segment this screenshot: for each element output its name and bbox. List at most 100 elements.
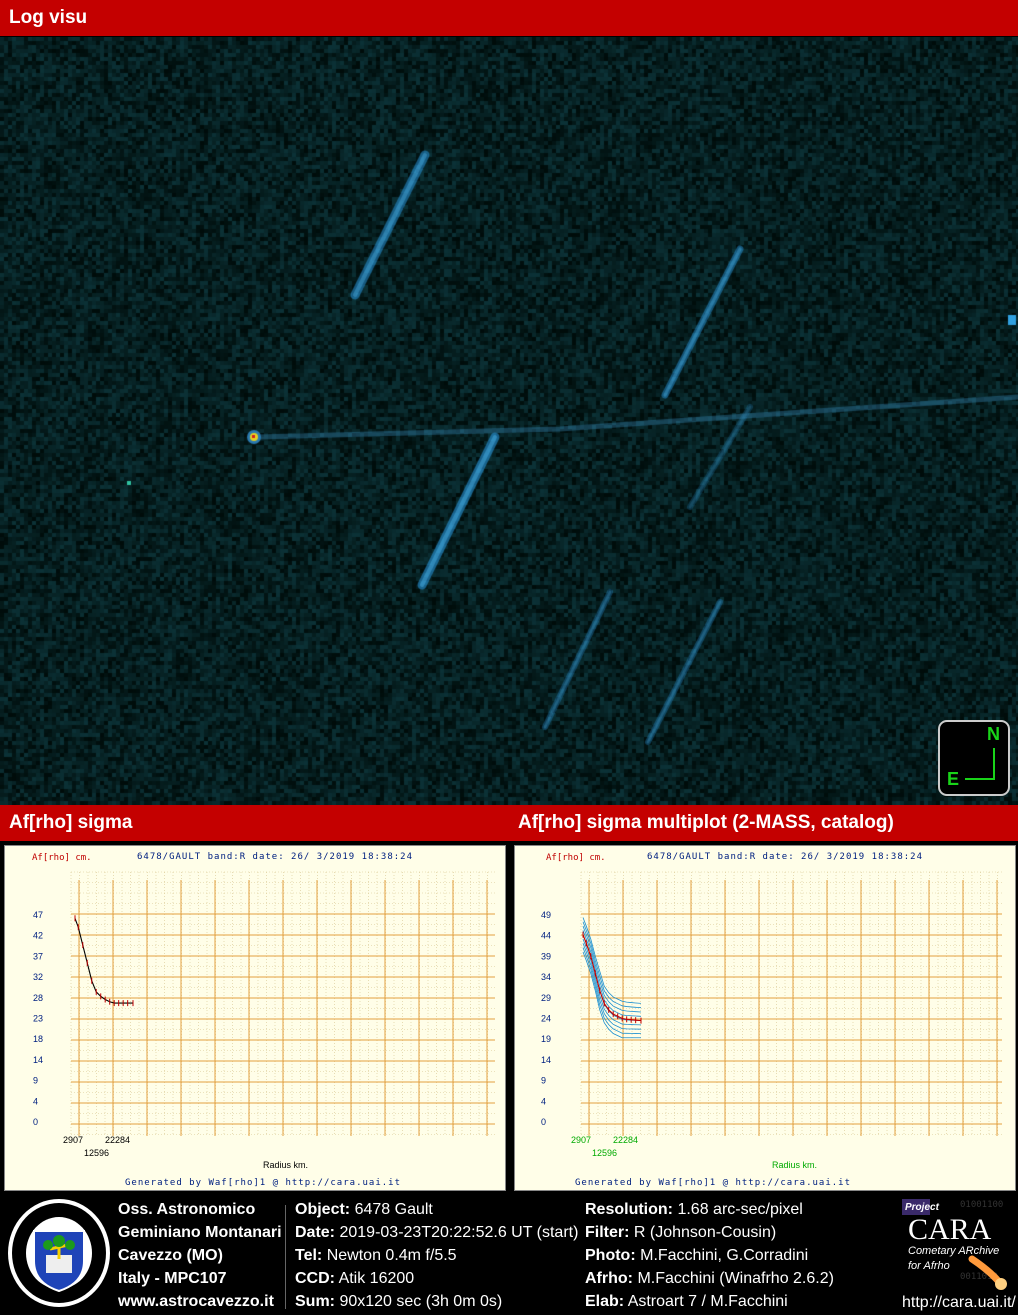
observation-details: Object: 6478 Gault Date: 2019-03-23T20:2… [295, 1198, 578, 1313]
elab-value: Astroart 7 / M.Facchini [627, 1293, 788, 1310]
sum-row: Sum: 90x120 sec (3h 0m 0s) [295, 1290, 578, 1313]
y-tick-label: 9 [33, 1076, 38, 1086]
north-arrow [993, 748, 995, 780]
y-tick-label: 42 [33, 931, 43, 941]
cara-url: http://cara.uai.it/ [902, 1294, 1016, 1311]
elab-label: Elab: [585, 1293, 625, 1310]
info-footer: Oss. Astronomico Geminiano Montanari Cav… [0, 1193, 1018, 1315]
object-row: Object: 6478 Gault [295, 1198, 578, 1221]
y-tick-label: 23 [33, 1014, 43, 1024]
afrho-curve [74, 918, 133, 1004]
x-axis-label: Radius km. [263, 1160, 308, 1170]
photo-label: Photo: [585, 1247, 636, 1264]
cara-name: CARA [908, 1213, 992, 1246]
afrho-sigma-plot: Af[rho] cm. 6478/GAULT band:R date: 26/ … [4, 845, 506, 1191]
afrho-row: Afrho: M.Facchini (Winafrho 2.6.2) [585, 1267, 834, 1290]
photo-row: Photo: M.Facchini, G.Corradini [585, 1244, 834, 1267]
afrho-series [74, 915, 134, 1007]
footer-divider [285, 1205, 286, 1309]
processing-details: Resolution: 1.68 arc-sec/pixel Filter: R… [585, 1198, 834, 1313]
y-tick-label: 32 [33, 972, 43, 982]
afrho-multiplot-chart: Af[rho] cm. 6478/GAULT band:R date: 26/ … [541, 852, 1002, 1188]
afrho-label: Afrho: [585, 1270, 633, 1287]
compass-indicator: N E [938, 720, 1010, 796]
y-tick-label: 9 [541, 1076, 546, 1086]
cara-project: Project [905, 1202, 940, 1213]
photo-value: M.Facchini, G.Corradini [640, 1247, 809, 1264]
x-tick-labels: 290712596 22284 [571, 1135, 638, 1158]
plot-title: 6478/GAULT band:R date: 26/ 3/2019 18:38… [647, 852, 923, 862]
afrho-value: M.Facchini (Winafrho 2.6.2) [637, 1270, 834, 1287]
binary-pattern: 01001100 [960, 1200, 1003, 1210]
plot-title: 6478/GAULT band:R date: 26/ 3/2019 18:38… [137, 852, 413, 862]
generator-credit: Generated by Waf[rho]1 @ http://cara.uai… [125, 1178, 401, 1188]
resolution-value: 1.68 arc-sec/pixel [677, 1201, 803, 1218]
date-value: 2019-03-23T20:22:52.6 UT (start) [339, 1224, 579, 1241]
generator-credit: Generated by Waf[rho]1 @ http://cara.uai… [575, 1178, 851, 1188]
x-tick-label: 2907 [63, 1135, 83, 1145]
sum-label: Sum: [295, 1293, 335, 1310]
observatory-line: Oss. Astronomico [118, 1201, 256, 1218]
x-axis-label: Radius km. [772, 1160, 817, 1170]
north-label: N [987, 724, 1000, 744]
observatory-info: Oss. Astronomico Geminiano Montanari Cav… [118, 1198, 282, 1313]
x-tick-label: 2907 [571, 1135, 591, 1145]
y-tick-label: 4 [33, 1096, 38, 1106]
x-tick-labels: 290712596 22284 [63, 1135, 130, 1158]
filter-value: R (Johnson-Cousin) [633, 1224, 777, 1241]
y-tick-label: 0 [33, 1117, 38, 1127]
y-tick-label: 28 [33, 993, 43, 1003]
x-tick-label: 22284 [105, 1135, 130, 1145]
resolution-row: Resolution: 1.68 arc-sec/pixel [585, 1198, 834, 1221]
y-tick-label: 19 [541, 1034, 551, 1044]
east-label: E [947, 769, 960, 789]
object-label: Object: [295, 1201, 351, 1218]
x-tick-label: 12596 [592, 1148, 617, 1158]
observatory-emblem [8, 1199, 110, 1307]
y-axis-label: Af[rho] cm. [546, 853, 606, 863]
y-tick-label: 49 [541, 910, 551, 920]
y-tick-label: 0 [541, 1117, 546, 1127]
sum-value: 90x120 sec (3h 0m 0s) [339, 1293, 503, 1310]
object-value: 6478 Gault [354, 1201, 433, 1218]
x-tick-label: 12596 [84, 1148, 109, 1158]
comet-image [0, 37, 1018, 805]
cara-logo: 01001100 0011010 Project CARA Cometary A… [902, 1197, 1018, 1293]
y-tick-label: 37 [33, 951, 43, 961]
log-visu-header: Log visu [0, 0, 1018, 36]
y-tick-labels: 47 42 37 32 28 23 18 14 9 4 0 [33, 910, 43, 1127]
y-tick-label: 18 [33, 1034, 43, 1044]
afrho-sigma-chart: Af[rho] cm. 6478/GAULT band:R date: 26/ … [32, 852, 495, 1188]
telescope-label: Tel: [295, 1247, 323, 1264]
plot-grid [70, 871, 495, 1136]
y-tick-label: 34 [541, 972, 551, 982]
y-tick-label: 39 [541, 951, 551, 961]
y-tick-label: 14 [541, 1055, 551, 1065]
afrho-sigma-header: Af[rho] sigma [0, 805, 509, 841]
date-label: Date: [295, 1224, 336, 1241]
ccd-label: CCD: [295, 1270, 335, 1287]
observatory-line: Cavezzo (MO) [118, 1247, 223, 1264]
ccd-value: Atik 16200 [338, 1270, 415, 1287]
afrho-multiplot-header: Af[rho] sigma multiplot (2-MASS, catalog… [509, 805, 1018, 841]
y-tick-label: 24 [541, 1014, 551, 1024]
filter-row: Filter: R (Johnson-Cousin) [585, 1221, 834, 1244]
filter-label: Filter: [585, 1224, 630, 1241]
observatory-line: Geminiano Montanari [118, 1224, 282, 1241]
y-tick-label: 14 [33, 1055, 43, 1065]
ccd-row: CCD: Atik 16200 [295, 1267, 578, 1290]
plot-grid [580, 871, 1002, 1136]
telescope-value: Newton 0.4m f/5.5 [326, 1247, 457, 1264]
cara-line1: Cometary ARchive [908, 1245, 999, 1257]
afrho-multiplot: Af[rho] cm. 6478/GAULT band:R date: 26/ … [514, 845, 1016, 1191]
x-tick-label: 22284 [613, 1135, 638, 1145]
cara-line2: for Afrho [908, 1260, 950, 1272]
date-row: Date: 2019-03-23T20:22:52.6 UT (start) [295, 1221, 578, 1244]
y-tick-label: 44 [541, 931, 551, 941]
telescope-row: Tel: Newton 0.4m f/5.5 [295, 1244, 578, 1267]
y-tick-labels: 49 44 39 34 29 24 19 14 9 4 0 [541, 910, 551, 1127]
observatory-website: www.astrocavezzo.it [118, 1293, 274, 1310]
observatory-line: Italy - MPC107 [118, 1270, 227, 1287]
y-tick-label: 29 [541, 993, 551, 1003]
resolution-label: Resolution: [585, 1201, 673, 1218]
